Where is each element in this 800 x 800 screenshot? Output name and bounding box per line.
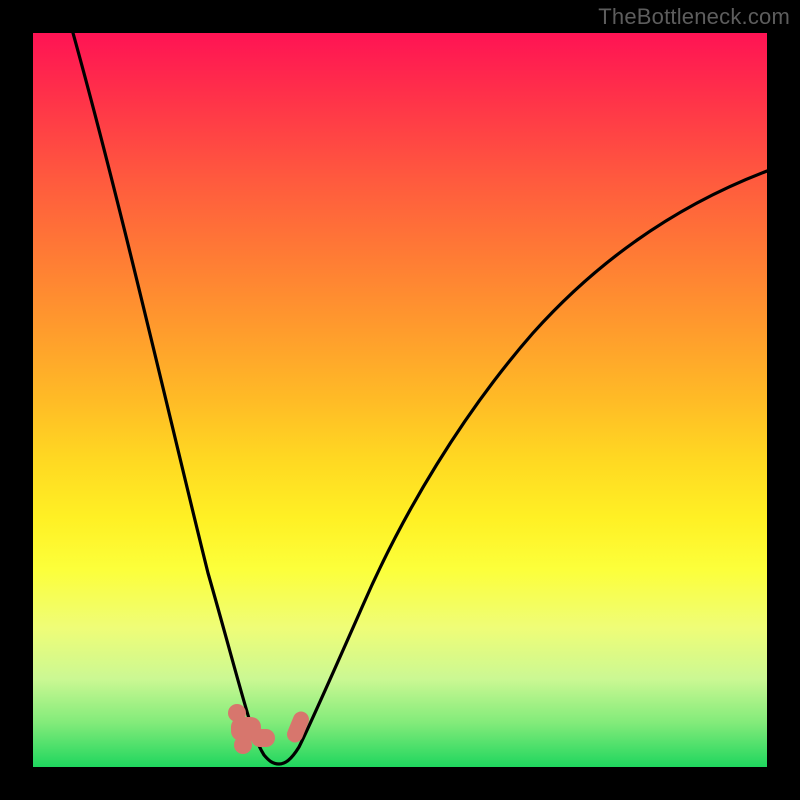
curve-layer — [33, 33, 767, 767]
chart-frame: TheBottleneck.com — [0, 0, 800, 800]
bottleneck-curve — [73, 33, 767, 764]
plot-area — [33, 33, 767, 767]
left-cluster-marker — [228, 704, 275, 754]
watermark-text: TheBottleneck.com — [598, 4, 790, 30]
